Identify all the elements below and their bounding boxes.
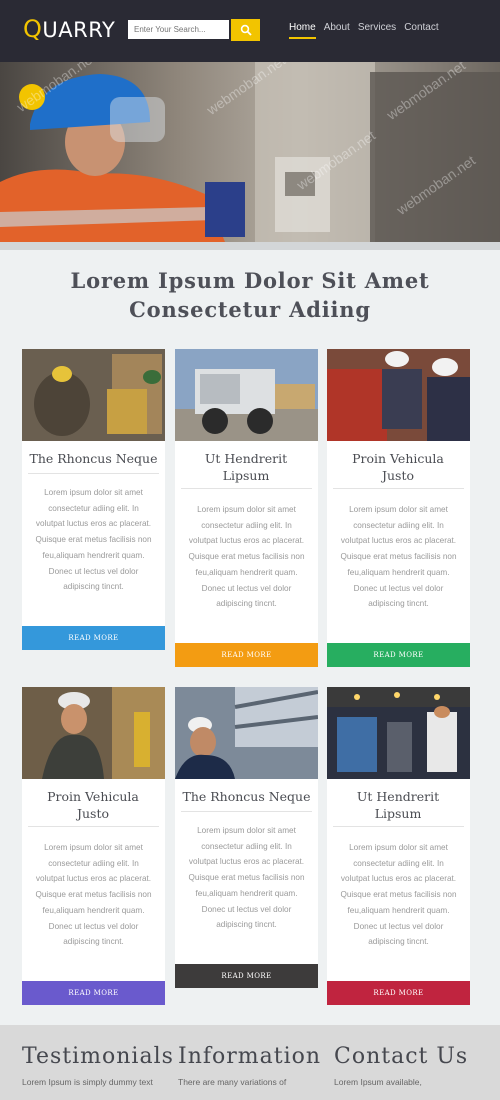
card-divider xyxy=(28,473,159,474)
card-5: The Rhoncus Neque Lorem ipsum dolor sit … xyxy=(175,687,318,988)
section-heading: Lorem Ipsum Dolor Sit Amet Consectetur A… xyxy=(0,266,500,324)
search-button[interactable] xyxy=(231,19,260,41)
card-image-truck xyxy=(175,349,318,441)
card-title: Ut Hendrerit Lipsum xyxy=(204,451,288,483)
search-input[interactable] xyxy=(128,20,229,39)
search-icon xyxy=(240,24,252,36)
card-text: Lorem ipsum dolor sit amet consectetur a… xyxy=(340,843,457,947)
card-4: Proin Vehicula Justo Lorem ipsum dolor s… xyxy=(22,687,165,1005)
logo-initial: Q xyxy=(23,15,43,43)
card-text: Lorem ipsum dolor sit amet consectetur a… xyxy=(188,505,305,609)
hero-divider xyxy=(0,242,500,250)
card-image-engineers xyxy=(327,349,470,441)
read-more-button[interactable]: READ MORE xyxy=(175,964,318,988)
card-image-worker-woman xyxy=(22,687,165,779)
read-more-button[interactable]: READ MORE xyxy=(22,981,165,1005)
card-title: Ut Hendrerit Lipsum xyxy=(356,789,440,821)
read-more-button[interactable]: READ MORE xyxy=(327,643,470,667)
section-heading-line1: Lorem Ipsum Dolor Sit Amet xyxy=(70,268,430,293)
footer-heading: Contact Us xyxy=(334,1044,469,1069)
card-title: The Rhoncus Neque xyxy=(182,789,311,804)
hero-image-worker xyxy=(0,62,500,242)
section-heading-line2: Consectetur Adiing xyxy=(129,297,371,322)
card-2: Ut Hendrerit Lipsum Lorem ipsum dolor si… xyxy=(175,349,318,667)
card-divider xyxy=(333,488,464,489)
read-more-button[interactable]: READ MORE xyxy=(22,626,165,650)
footer-testimonials: Testimonials Lorem Ipsum is simply dummy… xyxy=(22,1044,174,1087)
footer: Testimonials Lorem Ipsum is simply dummy… xyxy=(0,1025,500,1100)
main-nav: Home About Services Contact xyxy=(289,22,439,39)
card-title: Proin Vehicula Justo xyxy=(47,789,139,821)
card-divider xyxy=(28,826,159,827)
footer-heading: Testimonials xyxy=(22,1044,174,1069)
card-text: Lorem ipsum dolor sit amet consectetur a… xyxy=(35,488,152,592)
site-header: QUARRY Home About Services Contact xyxy=(0,0,500,62)
read-more-button[interactable]: READ MORE xyxy=(175,643,318,667)
card-image-workshop xyxy=(22,349,165,441)
card-title: The Rhoncus Neque xyxy=(29,451,158,466)
read-more-button[interactable]: READ MORE xyxy=(327,981,470,1005)
card-text: Lorem ipsum dolor sit amet consectetur a… xyxy=(35,843,152,947)
card-divider xyxy=(181,811,312,812)
card-text: Lorem ipsum dolor sit amet consectetur a… xyxy=(188,826,305,930)
nav-services[interactable]: Services xyxy=(358,22,396,39)
logo-text: UARRY xyxy=(42,18,116,42)
nav-contact[interactable]: Contact xyxy=(404,22,438,39)
footer-heading: Information xyxy=(178,1044,322,1069)
card-3: Proin Vehicula Justo Lorem ipsum dolor s… xyxy=(327,349,470,667)
nav-home[interactable]: Home xyxy=(289,22,316,39)
hero-banner: webmoban.net webmoban.net webmoban.net w… xyxy=(0,62,500,242)
site-logo[interactable]: QUARRY xyxy=(23,15,115,43)
footer-text: Lorem Ipsum is simply dummy text xyxy=(22,1077,153,1087)
footer-text: There are many variations of xyxy=(178,1077,287,1087)
nav-about[interactable]: About xyxy=(324,22,350,39)
footer-contact: Contact Us Lorem Ipsum available, xyxy=(334,1044,468,1087)
footer-information: Information There are many variations of xyxy=(178,1044,321,1087)
card-6: Ut Hendrerit Lipsum Lorem ipsum dolor si… xyxy=(327,687,470,1005)
footer-text: Lorem Ipsum available, xyxy=(334,1077,422,1087)
card-image-pipes xyxy=(175,687,318,779)
card-1: The Rhoncus Neque Lorem ipsum dolor sit … xyxy=(22,349,165,650)
card-image-factory xyxy=(327,687,470,779)
card-divider xyxy=(333,826,464,827)
card-title: Proin Vehicula Justo xyxy=(352,451,444,483)
card-text: Lorem ipsum dolor sit amet consectetur a… xyxy=(340,505,457,609)
card-divider xyxy=(181,488,312,489)
